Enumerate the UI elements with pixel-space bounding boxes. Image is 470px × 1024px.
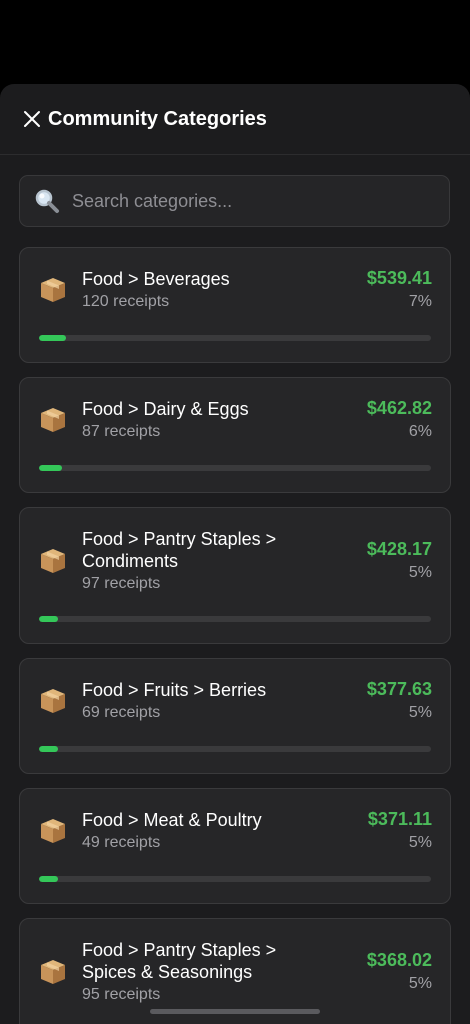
- category-card[interactable]: Food > Fruits > Berries 69 receipts $377…: [19, 658, 451, 774]
- progress-fill: [39, 746, 59, 752]
- close-button[interactable]: [22, 109, 42, 129]
- progress-bar: [39, 465, 431, 471]
- category-percent: 5%: [408, 975, 432, 992]
- progress-bar: [39, 876, 431, 882]
- category-name: Food > Beverages: [82, 269, 230, 289]
- category-card[interactable]: Food > Beverages 120 receipts $539.41 7%: [19, 247, 451, 363]
- package-box-icon: [41, 819, 65, 843]
- package-box-icon: [41, 408, 65, 432]
- progress-fill: [39, 335, 66, 341]
- package-box-icon: [41, 549, 65, 573]
- category-percent: 6%: [408, 423, 432, 440]
- category-percent: 5%: [408, 834, 432, 851]
- receipt-count: 97 receipts: [82, 575, 161, 592]
- category-list: Food > Beverages 120 receipts $539.41 7%…: [19, 247, 451, 1024]
- package-box-icon: [41, 689, 65, 713]
- category-amount: $539.41: [366, 268, 432, 288]
- package-box-icon: [41, 960, 65, 984]
- category-card[interactable]: Food > Dairy & Eggs 87 receipts $462.82 …: [19, 377, 451, 493]
- progress-fill: [39, 616, 59, 622]
- category-amount: $428.17: [366, 539, 432, 559]
- category-name: Food > Dairy & Eggs: [82, 399, 249, 419]
- sheet-header: Community Categories: [0, 84, 470, 155]
- search-input[interactable]: [70, 189, 434, 213]
- search-icon: [35, 189, 59, 213]
- category-percent: 5%: [408, 704, 432, 721]
- category-percent: 5%: [408, 564, 432, 581]
- category-amount: $368.02: [366, 950, 432, 970]
- category-card[interactable]: Food > Pantry Staples > Condiments 97 re…: [19, 507, 451, 644]
- progress-fill: [39, 876, 59, 882]
- package-box-icon: [41, 278, 65, 302]
- close-icon: [24, 111, 40, 127]
- receipt-count: 69 receipts: [82, 704, 161, 721]
- category-name: Food > Fruits > Berries: [82, 680, 267, 700]
- category-card[interactable]: Food > Meat & Poultry 49 receipts $371.1…: [19, 788, 451, 904]
- category-name: Food > Meat & Poultry: [82, 810, 262, 830]
- receipt-count: 120 receipts: [82, 293, 170, 310]
- search-bar[interactable]: [19, 175, 450, 227]
- category-amount: $377.63: [366, 679, 432, 699]
- category-name: Food > Pantry Staples > Spices & Seasoni…: [82, 940, 277, 982]
- category-amount: $462.82: [366, 398, 432, 418]
- page-title: Community Categories: [48, 107, 267, 130]
- category-name: Food > Pantry Staples > Condiments: [82, 529, 277, 571]
- progress-bar: [39, 616, 431, 622]
- home-indicator[interactable]: [150, 1009, 320, 1014]
- category-amount: $371.11: [367, 809, 432, 829]
- receipt-count: 87 receipts: [82, 423, 161, 440]
- receipt-count: 49 receipts: [82, 834, 161, 851]
- categories-sheet: Community Categories Food > Beverages 12…: [0, 84, 470, 1024]
- progress-bar: [39, 335, 431, 341]
- category-percent: 7%: [408, 293, 432, 310]
- progress-fill: [39, 465, 63, 471]
- receipt-count: 95 receipts: [82, 986, 161, 1003]
- progress-bar: [39, 746, 431, 752]
